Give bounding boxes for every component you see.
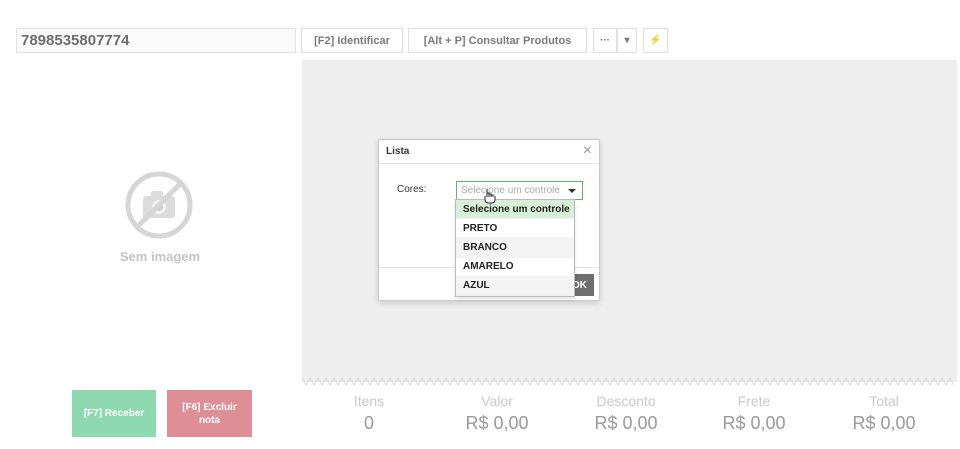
totals-discount: Desconto R$ 0,00 — [566, 393, 686, 434]
total-value: R$ 0,00 — [465, 413, 529, 433]
dropdown-option[interactable]: Selecione um controle — [456, 200, 574, 220]
colors-dropdown-list: Selecione um controle PRETO BRANCO AMARE… — [455, 199, 575, 297]
dropdown-option[interactable]: AZUL — [456, 276, 574, 296]
barcode-input[interactable] — [16, 28, 296, 53]
receipt-zigzag-edge — [302, 376, 955, 387]
close-icon[interactable]: × — [583, 142, 592, 160]
total-value: 0 — [363, 413, 374, 433]
select-placeholder: Selecione um controle — [461, 185, 560, 196]
colors-field-label: Cores: — [397, 184, 427, 195]
total-value: R$ 0,00 — [852, 413, 916, 433]
more-options-button[interactable]: ··· — [593, 28, 617, 53]
totals-total: Total R$ 0,00 — [824, 393, 944, 434]
identify-button[interactable]: [F2] Identificar — [301, 28, 403, 53]
dropdown-option[interactable]: BRANCO — [456, 238, 574, 258]
chevron-down-icon — [568, 189, 576, 193]
modal-header-divider — [379, 163, 599, 164]
quick-action-bolt-button[interactable]: ⚡ — [643, 28, 668, 53]
totals-items: Itens 0 — [309, 393, 429, 434]
consult-products-button[interactable]: [Alt + P] Consultar Produtos — [408, 28, 587, 53]
no-image-camera-icon — [125, 171, 193, 239]
pos-screen: [F2] Identificar [Alt + P] Consultar Pro… — [0, 0, 960, 449]
totals-freight: Frete R$ 0,00 — [694, 393, 814, 434]
totals-value: Valor R$ 0,00 — [437, 393, 557, 434]
no-image-label: Sem imagem — [119, 249, 201, 264]
total-label: Frete — [737, 393, 771, 409]
delete-note-button[interactable]: [F6] Excluir nota — [167, 390, 252, 437]
colors-select[interactable]: Selecione um controle — [456, 181, 583, 200]
total-label: Itens — [353, 393, 385, 409]
modal-title: Lista — [386, 146, 410, 157]
total-value: R$ 0,00 — [722, 413, 786, 433]
total-label: Desconto — [596, 393, 656, 409]
hand-cursor-icon — [484, 189, 496, 204]
total-label: Total — [869, 393, 899, 409]
total-label: Valor — [481, 393, 513, 409]
receive-button[interactable]: [F7] Receber — [72, 390, 156, 437]
total-value: R$ 0,00 — [594, 413, 658, 433]
more-options-caret-button[interactable]: ▾ — [617, 28, 637, 53]
dropdown-option[interactable]: PRETO — [456, 219, 574, 239]
dropdown-option[interactable]: AMARELO — [456, 258, 574, 277]
